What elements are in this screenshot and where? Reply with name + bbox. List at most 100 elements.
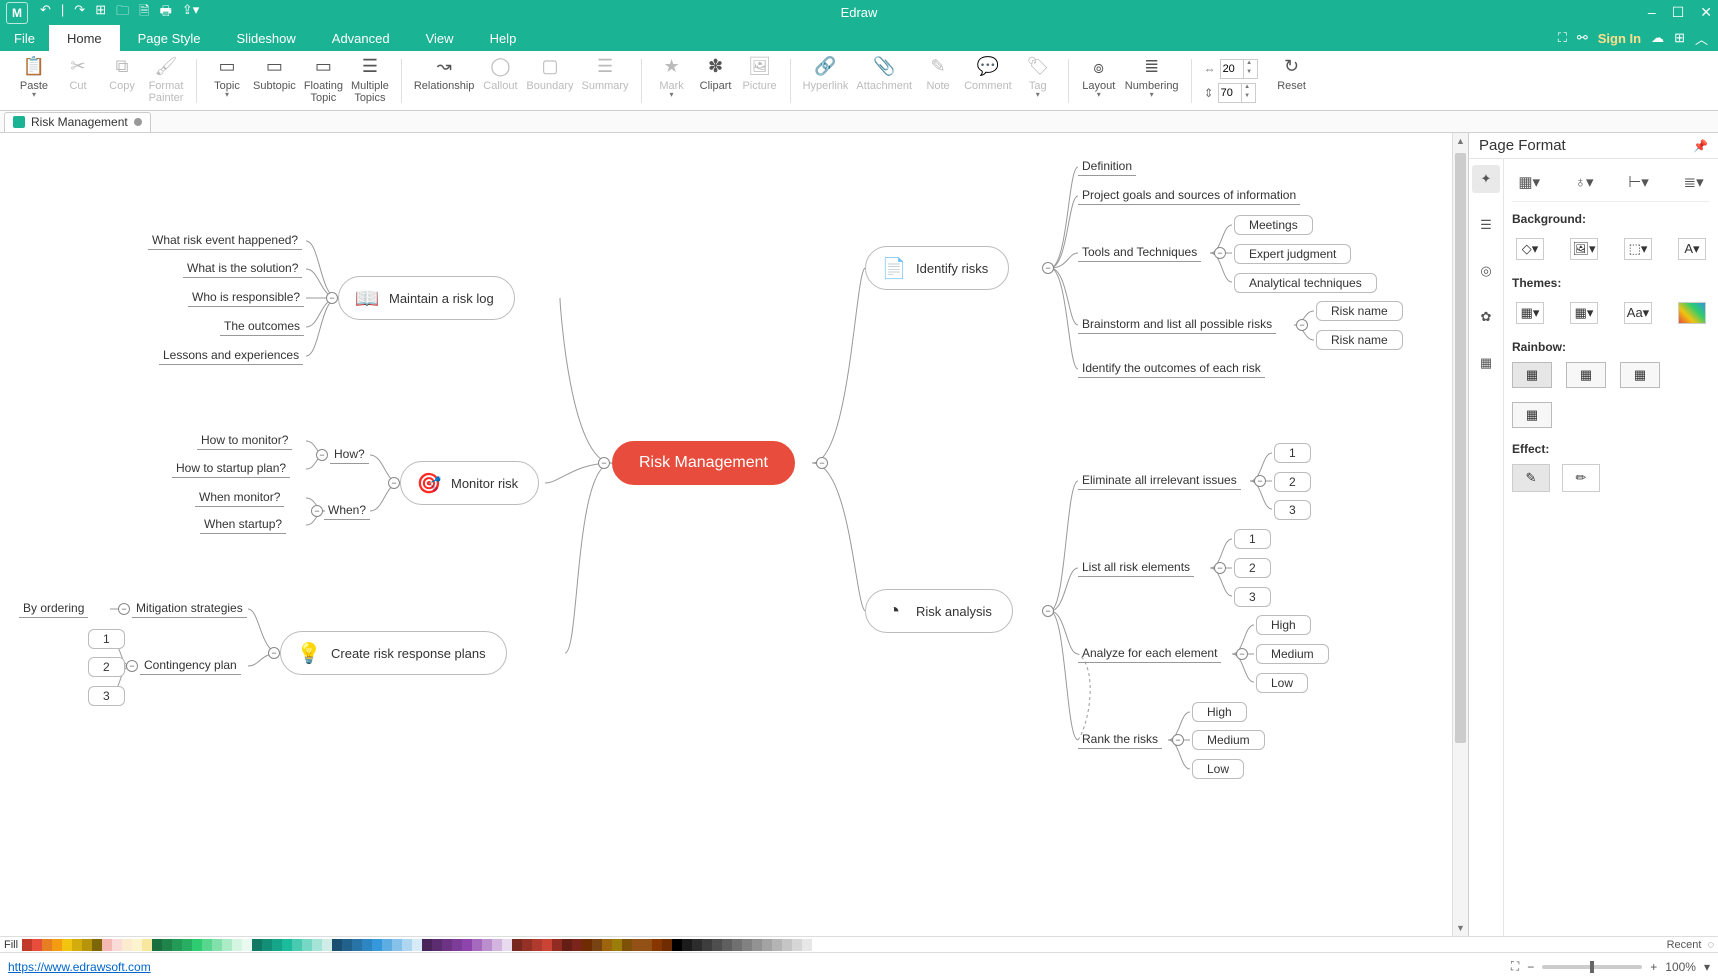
color-swatch[interactable] [52, 939, 62, 951]
color-swatch[interactable] [142, 939, 152, 951]
callout-button[interactable]: ◯Callout [482, 53, 518, 109]
color-swatch[interactable] [192, 939, 202, 951]
color-swatch[interactable] [252, 939, 262, 951]
numbering-button[interactable]: ≣Numbering▾ [1125, 53, 1179, 109]
menu-slideshow[interactable]: Slideshow [219, 25, 314, 51]
menu-advanced[interactable]: Advanced [314, 25, 408, 51]
color-swatch[interactable] [692, 939, 702, 951]
theme-grid-button[interactable]: ▦▾ [1516, 302, 1544, 324]
toggle-identify[interactable]: − [1042, 262, 1054, 274]
toggle-monitor[interactable]: − [388, 477, 400, 489]
summary-button[interactable]: ☰Summary [582, 53, 629, 109]
menu-view[interactable]: View [408, 25, 472, 51]
zoom-slider[interactable] [1542, 965, 1642, 969]
mark-button[interactable]: ★Mark▾ [654, 53, 690, 109]
leaf-eliminate[interactable]: Eliminate all irrelevant issues [1078, 473, 1241, 490]
bg-image-button[interactable]: 🖼▾ [1570, 238, 1598, 260]
num-box[interactable]: 1 [1234, 529, 1271, 549]
leaf[interactable]: What risk event happened? [148, 233, 302, 250]
zoom-out-button[interactable]: − [1527, 960, 1534, 974]
level-box[interactable]: Low [1192, 759, 1244, 779]
comment-button[interactable]: 💬Comment [964, 53, 1012, 109]
color-swatch[interactable] [172, 939, 182, 951]
theme-colors-button[interactable]: ▦▾ [1570, 302, 1598, 324]
toggle-brainstorm[interactable]: − [1296, 319, 1308, 331]
sub-box[interactable]: Expert judgment [1234, 244, 1351, 264]
num-box[interactable]: 2 [88, 657, 125, 677]
num-box[interactable]: 1 [1274, 443, 1311, 463]
leaf-rank[interactable]: Rank the risks [1078, 732, 1162, 749]
boundary-button[interactable]: ▢Boundary [526, 53, 573, 109]
leaf-brainstorm[interactable]: Brainstorm and list all possible risks [1078, 317, 1276, 334]
num-box[interactable]: 3 [88, 686, 125, 706]
sidetab-flower[interactable]: ✿ [1472, 303, 1500, 331]
print-button[interactable]: 🖶 [160, 2, 172, 24]
toggle-tools[interactable]: − [1214, 247, 1226, 259]
leaf-analyze[interactable]: Analyze for each element [1078, 646, 1221, 663]
color-swatch[interactable] [272, 939, 282, 951]
sub-box[interactable]: Risk name [1316, 330, 1403, 350]
toggle-mitigation[interactable]: − [118, 603, 130, 615]
color-swatch[interactable] [122, 939, 132, 951]
num-box[interactable]: 2 [1274, 472, 1311, 492]
toggle-left[interactable]: − [598, 457, 610, 469]
menu-home[interactable]: Home [49, 25, 120, 51]
new-button[interactable]: ⊞ [95, 2, 106, 24]
color-swatch[interactable] [762, 939, 772, 951]
color-swatch[interactable] [622, 939, 632, 951]
color-swatch[interactable] [152, 939, 162, 951]
rainbow-option-2[interactable]: ▦ [1566, 362, 1606, 388]
signin-link[interactable]: Sign In [1598, 31, 1641, 46]
center-node[interactable]: Risk Management [612, 441, 795, 485]
document-tab[interactable]: Risk Management [4, 112, 151, 132]
collapse-ribbon-icon[interactable]: ︿ [1695, 29, 1708, 48]
picture-button[interactable]: 🖼Picture [742, 53, 778, 109]
vspacing-input[interactable]: ▲▼ [1218, 83, 1256, 103]
color-swatch[interactable] [362, 939, 372, 951]
leaf[interactable]: When monitor? [195, 490, 284, 507]
num-box[interactable]: 1 [88, 629, 125, 649]
vertical-scrollbar[interactable]: ▲ ▼ [1452, 133, 1468, 936]
color-swatch[interactable] [712, 939, 722, 951]
color-swatch[interactable] [732, 939, 742, 951]
color-swatch[interactable] [722, 939, 732, 951]
toggle-rank[interactable]: − [1172, 734, 1184, 746]
color-swatch[interactable] [802, 939, 812, 951]
color-swatch[interactable] [222, 939, 232, 951]
color-swatch[interactable] [312, 939, 322, 951]
color-swatch[interactable] [752, 939, 762, 951]
color-swatch[interactable] [382, 939, 392, 951]
maximize-button[interactable]: ☐ [1672, 4, 1685, 21]
clipart-button[interactable]: ✽Clipart [698, 53, 734, 109]
node-risk-analysis[interactable]: ◔Risk analysis [865, 589, 1013, 633]
attachment-button[interactable]: 📎Attachment [856, 53, 912, 109]
sidetab-list[interactable]: ☰ [1472, 211, 1500, 239]
leaf[interactable]: Who is responsible? [188, 290, 304, 307]
topic-button[interactable]: ▭Topic▾ [209, 53, 245, 109]
leaf[interactable]: The outcomes [220, 319, 304, 336]
color-swatch[interactable] [642, 939, 652, 951]
bg-fill-button[interactable]: ◇▾ [1516, 238, 1544, 260]
leaf[interactable]: What is the solution? [183, 261, 302, 278]
color-swatch[interactable] [602, 939, 612, 951]
color-swatch[interactable] [682, 939, 692, 951]
tag-button[interactable]: 🏷Tag▾ [1020, 53, 1056, 109]
leaf-contingency[interactable]: Contingency plan [140, 658, 241, 675]
leaf[interactable]: How to monitor? [197, 433, 292, 450]
fullscreen-icon[interactable]: ⛶ [1558, 30, 1567, 46]
toggle-list[interactable]: − [1214, 562, 1226, 574]
color-swatch[interactable] [482, 939, 492, 951]
leaf[interactable]: How to startup plan? [172, 461, 290, 478]
leaf[interactable]: Lessons and experiences [159, 348, 303, 365]
toggle-when[interactable]: − [311, 505, 323, 517]
toggle-right[interactable]: − [816, 457, 828, 469]
color-swatch[interactable] [632, 939, 642, 951]
node-create-risk-response-plans[interactable]: 💡Create risk response plans [280, 631, 507, 675]
node-monitor-risk[interactable]: 🎯Monitor risk [400, 461, 539, 505]
level-box[interactable]: Medium [1192, 730, 1265, 750]
color-swatch[interactable] [592, 939, 602, 951]
export-dropdown[interactable]: ⇪▾ [182, 2, 199, 24]
effect-brush-button[interactable]: ✏ [1562, 464, 1600, 492]
color-swatch[interactable] [782, 939, 792, 951]
num-box[interactable]: 3 [1274, 500, 1311, 520]
